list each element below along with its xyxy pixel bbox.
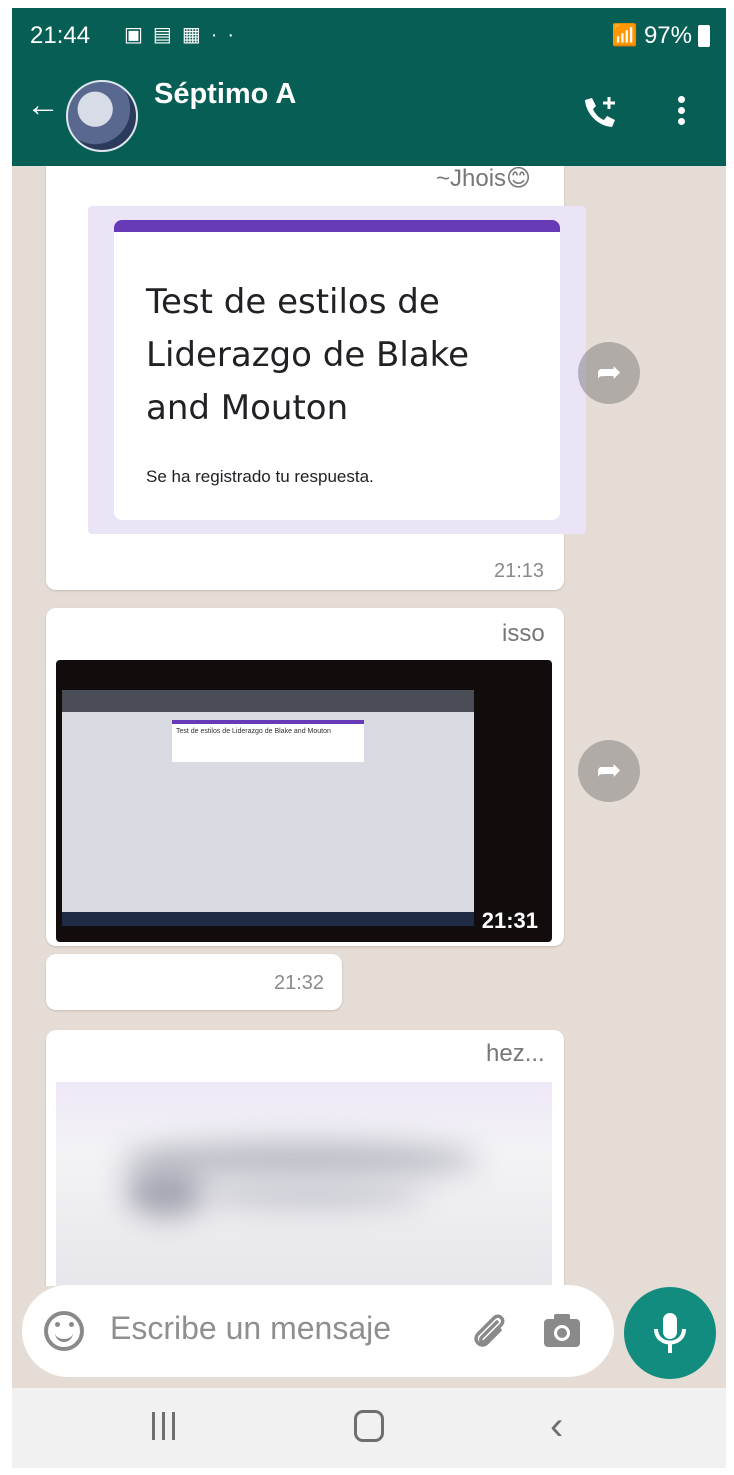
laptop-screen: Test de estilos de Liderazgo de Blake an… [62,690,474,926]
video-screen-title: Test de estilos de Liderazgo de Blake an… [176,728,331,735]
text-message[interactable]: 21:32 [46,954,342,1010]
gallery-icon: ▣ [124,24,153,46]
add-call-icon[interactable] [582,94,618,130]
camera-icon[interactable] [540,1309,584,1353]
calendar-icon: ▦ [181,24,211,46]
message-sender: ~Jhois😊 [436,166,532,192]
message-time: 21:32 [274,972,325,994]
form-preview[interactable]: Test de estilos de Liderazgo de Blake an… [88,206,586,534]
more-options-icon[interactable] [674,96,688,130]
notification-icons: ▣▤▦·· [124,22,244,47]
video-time: 21:31 [481,908,538,933]
system-navbar: ‹ [12,1388,726,1468]
status-bar: 21:44 ▣▤▦·· 📶 97% [12,8,726,62]
message-list[interactable]: ~Jhois😊 Test de estilos de Liderazgo de … [12,166,726,1286]
whatsapp-screen: 21:44 ▣▤▦·· 📶 97% ← Séptimo A ~Jhois😊 Te… [12,8,726,1468]
message-time: 21:13 [494,560,545,582]
battery-level: 97% [643,22,692,49]
emoji-icon[interactable] [44,1311,84,1351]
system-back-icon[interactable]: ‹ [550,1404,563,1449]
chat-header: ← Séptimo A [12,62,726,166]
more-dots-icon: ·· [210,24,245,46]
status-right: 📶 97% [612,22,710,50]
attach-icon[interactable] [468,1309,512,1353]
mic-icon [654,1313,686,1353]
message-sender: hez... [486,1040,545,1067]
group-avatar[interactable] [66,80,138,152]
battery-icon [698,25,710,47]
recent-apps-icon[interactable] [152,1412,182,1445]
form-message[interactable]: ~Jhois😊 Test de estilos de Liderazgo de … [46,166,586,590]
form-title: Test de estilos de Liderazgo de Blake an… [146,282,470,428]
card-icon: ▤ [152,24,182,46]
chat-title[interactable]: Séptimo A [154,78,296,111]
video-thumbnail[interactable]: Test de estilos de Liderazgo de Blake an… [56,660,552,942]
voice-message-button[interactable] [624,1287,716,1379]
status-time: 21:44 [30,22,91,49]
forward-icon[interactable]: ➦ [578,342,640,404]
back-arrow-icon[interactable]: ← [26,86,60,125]
message-input[interactable]: Escribe un mensaje [110,1310,391,1347]
forward-icon[interactable]: ➦ [578,740,640,802]
message-composer[interactable]: Escribe un mensaje [22,1285,614,1377]
blurred-image[interactable] [56,1082,552,1286]
wifi-icon: 📶 [611,24,638,47]
home-icon[interactable] [354,1410,384,1442]
message-sender: isso [502,620,545,647]
form-note: Se ha registrado tu respuesta. [146,467,374,486]
form-response-card: Test de estilos de Liderazgo de Blake an… [114,220,560,520]
